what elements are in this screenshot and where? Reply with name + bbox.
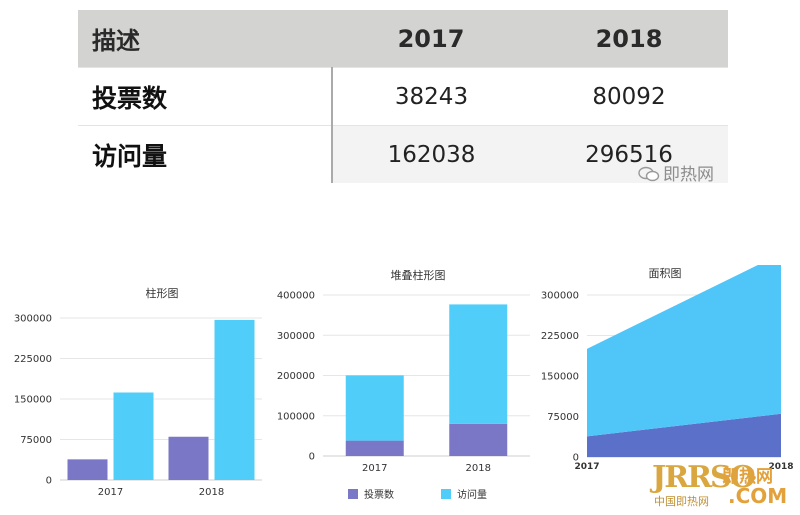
y-axis-ticks: 0 75000 150000 225000 300000 [14,314,52,487]
cell-votes-2017: 38243 [394,83,469,110]
chart-bars [345,304,508,456]
bar [67,459,108,480]
y-tick-label: 300000 [541,291,579,302]
cell-votes-2018: 80092 [592,83,666,110]
chart-areas [587,265,781,457]
y-tick-label: 100000 [277,411,315,422]
table-row: 访问量 162038 296516 [78,125,728,183]
y-tick-label: 225000 [14,354,52,365]
y-tick-label: 300000 [277,331,315,342]
watermark-sub: 中国即热网 [654,495,709,508]
bar-segment [449,304,508,424]
y-tick-label: 150000 [14,395,52,406]
area-series [587,265,781,437]
chart-bars [67,319,255,480]
chart-title: 面积图 [649,267,682,280]
x-tick-label: 2017 [362,463,387,474]
y-tick-label: 150000 [541,372,579,383]
stacked-bar-chart: 堆叠柱形图 0 100000 200000 300000 400000 2017 2018… [277,268,530,501]
bar-segment [449,423,508,456]
y-tick-label: 0 [309,452,315,463]
legend-label-visits: 访问量 [457,488,487,501]
y-tick-label: 0 [46,476,52,487]
table-header-2017: 2017 [332,10,530,68]
y-tick-label: 75000 [547,412,579,423]
bar-segment [345,440,404,456]
y-tick-label: 300000 [14,314,52,325]
chart-title: 堆叠柱形图 [391,268,446,282]
x-tick-label: 2017 [98,487,123,498]
table-header-row: 描述 2017 2018 [78,10,728,68]
bar [168,436,209,480]
row-label-votes: 投票数 [78,67,333,126]
x-axis-categories: 2017 2018 [362,463,491,474]
legend-label-votes: 投票数 [364,488,394,501]
y-tick-label: 200000 [277,371,315,382]
row-label-visits: 访问量 [78,125,333,183]
watermark-top: 即热网 [638,160,714,185]
watermark-com: .COM [728,484,788,508]
x-axis-categories: 2017 2018 [98,487,224,498]
y-tick-label: 400000 [277,291,315,302]
y-tick-label: 75000 [20,435,52,446]
x-tick-label: 2018 [466,463,491,474]
table-header-desc: 描述 [78,10,332,68]
chart-legend: 投票数 访问量 [348,488,487,501]
watermark-top-text: 即热网 [663,165,714,185]
wechat-icon [638,166,660,182]
data-table: 描述 2017 2018 投票数 38243 80092 访问量 162038 … [78,10,728,183]
table-header-2018: 2018 [530,10,728,68]
y-axis-ticks: 075000150000225000300000 [541,291,579,464]
table-row: 投票数 38243 80092 [78,67,728,126]
chart-title: 柱形图 [146,286,179,300]
legend-swatch-votes [348,489,358,499]
bar [214,319,255,480]
legend-swatch-visits [441,489,451,499]
x-tick-label: 2017 [574,462,599,472]
watermark-bottom: JRRSO 即热网 .COM 中国即热网 [652,460,792,510]
y-tick-label: 225000 [541,331,579,342]
x-tick-label: 2018 [199,487,224,498]
bar-chart: 柱形图 0 75000 150000 225000 300000 2017 2018 [14,286,262,498]
bar [113,392,154,480]
bar-segment [345,375,404,441]
y-axis-ticks: 0 100000 200000 300000 400000 [277,291,315,463]
cell-visits-2017: 162038 [332,125,530,183]
